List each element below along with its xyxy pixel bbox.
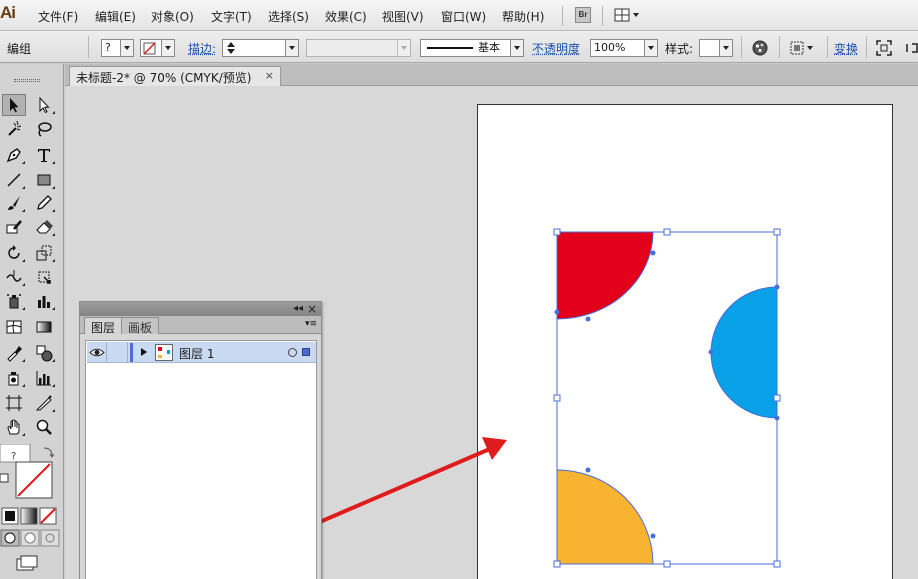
close-icon[interactable]: × [307, 302, 317, 316]
red-quarter-circle[interactable] [557, 232, 653, 319]
tab-artboards[interactable]: 画板 [121, 317, 159, 334]
panel-menu-icon[interactable]: ▾≡ [305, 319, 317, 329]
collapse-panel-icon[interactable]: ◂◂ [293, 302, 303, 316]
layer-row[interactable]: 图层 1 [87, 342, 316, 363]
layer-color-bar [130, 343, 133, 362]
visibility-toggle[interactable] [87, 342, 107, 363]
layers-list: 图层 1 [85, 340, 317, 579]
panel-title-bar[interactable]: ◂◂ × [80, 302, 321, 316]
layer-thumbnail [155, 344, 173, 361]
orange-quarter-circle[interactable] [557, 470, 653, 564]
blue-half-circle[interactable] [711, 287, 777, 418]
lock-toggle[interactable] [108, 342, 128, 363]
expand-triangle-icon[interactable] [141, 348, 147, 356]
eye-icon [87, 342, 107, 363]
selection-indicator[interactable] [302, 348, 310, 356]
target-icon[interactable] [288, 348, 297, 357]
layer-name[interactable]: 图层 1 [179, 345, 214, 362]
tab-layers[interactable]: 图层 [84, 317, 122, 334]
panel-tabs: 图层 画板 ▾≡ [80, 316, 321, 334]
layers-panel: ◂◂ × 图层 画板 ▾≡ 图层 1 [79, 301, 322, 579]
